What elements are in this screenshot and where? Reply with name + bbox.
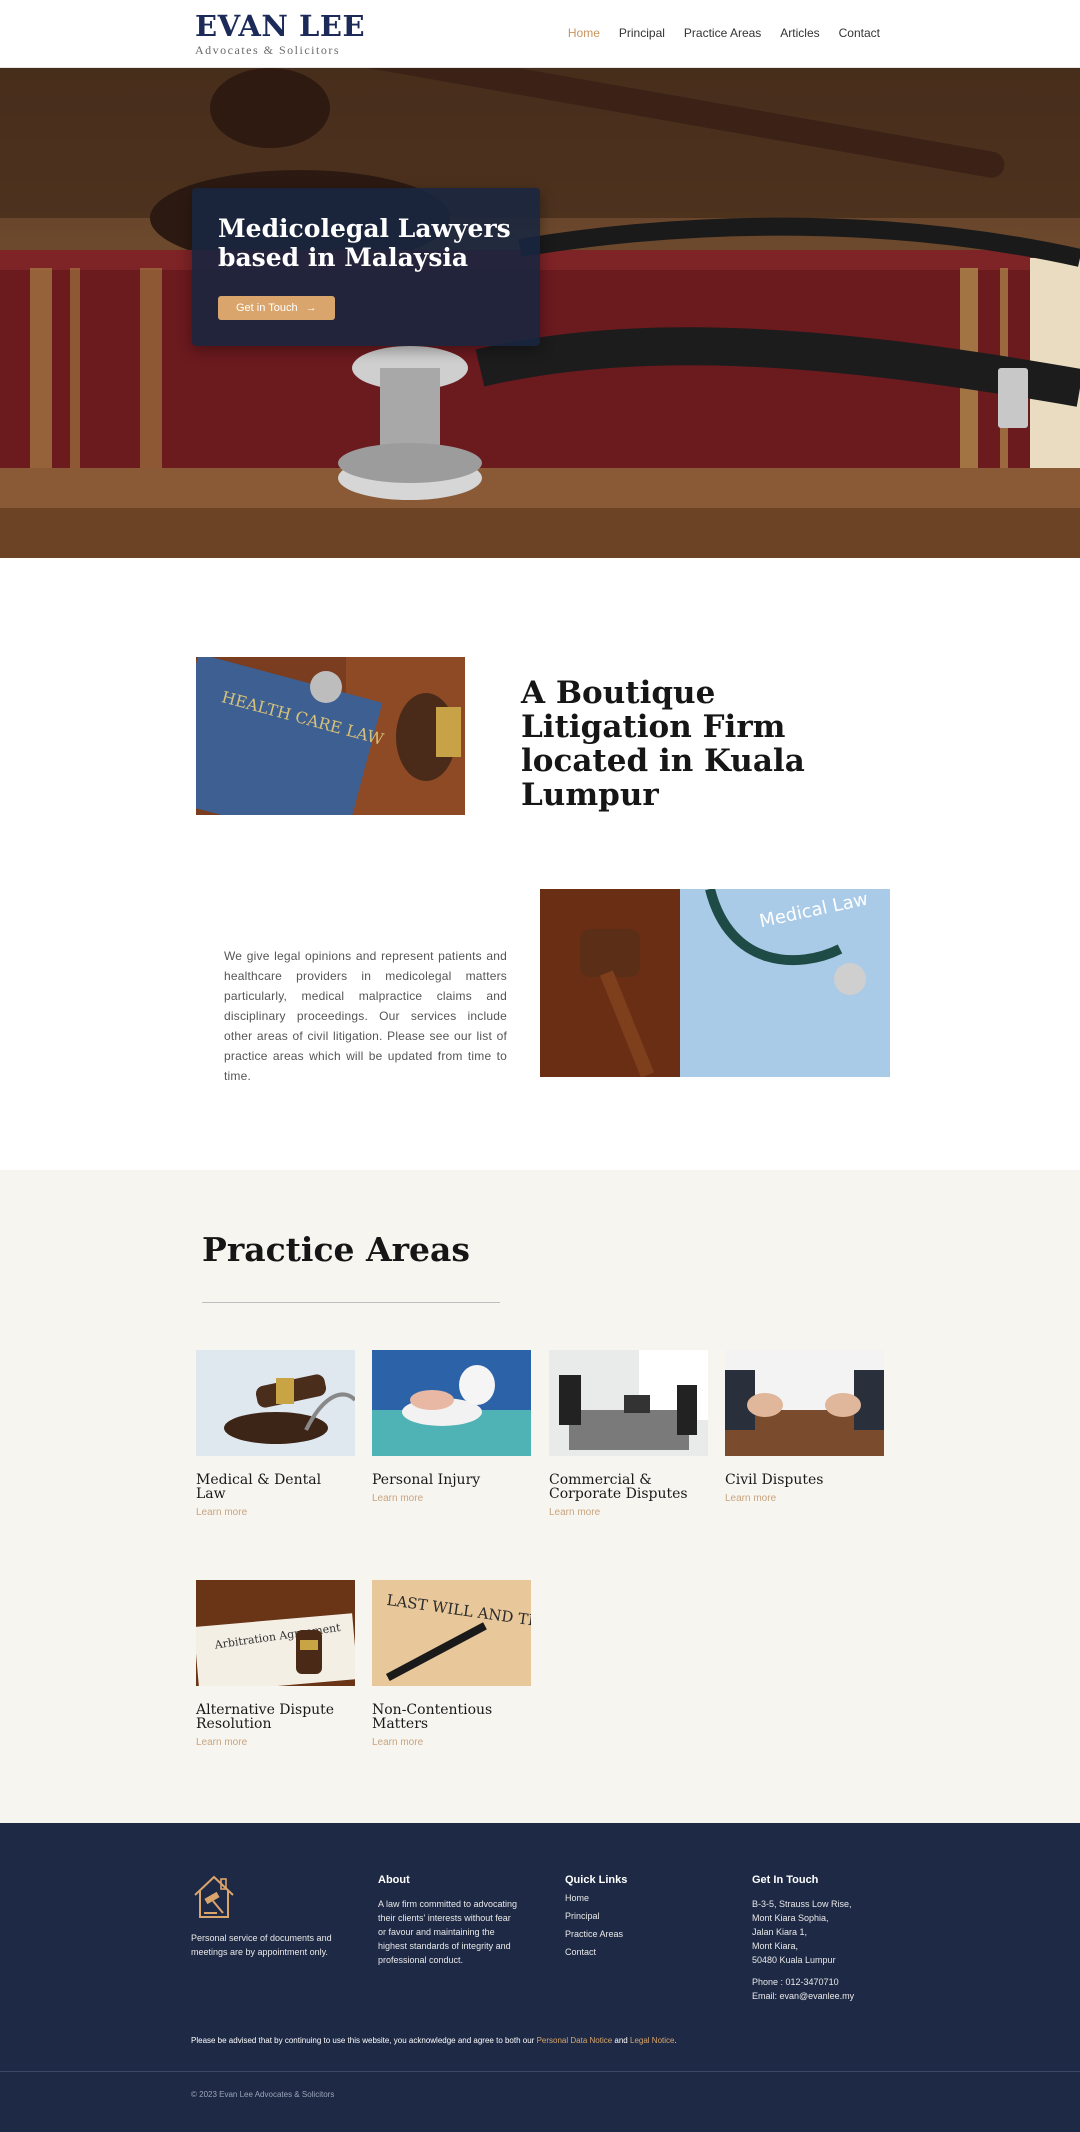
learn-more-link[interactable]: Learn more bbox=[372, 1737, 423, 1748]
practice-divider bbox=[202, 1302, 500, 1303]
footer-about-text: A law firm committed to advocating their… bbox=[378, 1899, 518, 1965]
footer-quick-links: Quick Links Home Principal Practice Area… bbox=[565, 1873, 685, 1963]
footer-email[interactable]: Email: evan@evanlee.my bbox=[752, 1989, 892, 2003]
about-section: HEALTH CARE LAW A Boutique Litigation Fi… bbox=[0, 558, 1080, 1170]
nav-home[interactable]: Home bbox=[568, 26, 600, 40]
about-text: We give legal opinions and represent pat… bbox=[224, 949, 507, 1083]
learn-more-link[interactable]: Learn more bbox=[196, 1507, 247, 1518]
nav-articles[interactable]: Articles bbox=[780, 26, 819, 40]
nav-contact[interactable]: Contact bbox=[839, 26, 880, 40]
practice-image-will: LAST WILL AND TESTAMENT bbox=[372, 1580, 531, 1686]
practice-image-commercial bbox=[549, 1350, 708, 1456]
footer-phone[interactable]: Phone : 012-3470710 bbox=[752, 1975, 892, 1989]
practice-image-medical bbox=[196, 1350, 355, 1456]
practice-areas-section: Practice Areas Medical & Dental Law Lear… bbox=[0, 1170, 1080, 1823]
footer-contact: Get In Touch B-3-5, Strauss Low Rise, Mo… bbox=[752, 1873, 892, 2003]
hero-title: Medicolegal Lawyers based in Malaysia bbox=[218, 214, 511, 272]
legal-notice-link[interactable]: Legal Notice bbox=[630, 2036, 674, 2045]
footer-about-heading: About bbox=[378, 1874, 410, 1886]
address-line: B-3-5, Strauss Low Rise, bbox=[752, 1899, 852, 1909]
practice-image-civil bbox=[725, 1350, 884, 1456]
practice-title-non-contentious: Non-Contentious Matters bbox=[372, 1702, 493, 1732]
copyright: © 2023 Evan Lee Advocates & Solicitors bbox=[191, 2090, 335, 2099]
hero-banner: Medicolegal Lawyers based in Malaysia Ge… bbox=[0, 68, 1080, 558]
practice-title-civil: Civil Disputes bbox=[725, 1472, 824, 1488]
learn-more-link[interactable]: Learn more bbox=[549, 1507, 600, 1518]
practice-card-adr[interactable]: Arbitration Agreement Alternative Disput… bbox=[196, 1580, 355, 1750]
nav-practice-areas[interactable]: Practice Areas bbox=[684, 26, 761, 40]
nav-principal[interactable]: Principal bbox=[619, 26, 665, 40]
learn-more-link[interactable]: Learn more bbox=[196, 1737, 247, 1748]
footer-intro-text: Personal service of documents and meetin… bbox=[191, 1933, 332, 1957]
footer-link-contact[interactable]: Contact bbox=[565, 1945, 685, 1959]
brand-tagline: Advocates & Solicitors bbox=[195, 43, 340, 57]
footer-link-practice-areas[interactable]: Practice Areas bbox=[565, 1927, 685, 1941]
legal-note: Please be advised that by continuing to … bbox=[191, 2036, 677, 2045]
footer-intro: Personal service of documents and meetin… bbox=[191, 1873, 341, 1959]
medical-law-image: Medical Law bbox=[540, 889, 890, 1077]
practice-card-medical[interactable]: Medical & Dental Law Learn more bbox=[196, 1350, 355, 1520]
address-line: Mont Kiara, bbox=[752, 1941, 799, 1951]
footer-contact-heading: Get In Touch bbox=[752, 1874, 819, 1886]
legal-note-suffix: . bbox=[674, 2036, 677, 2045]
arrow-right-icon: → bbox=[305, 302, 317, 314]
practice-card-non-contentious[interactable]: LAST WILL AND TESTAMENT Non-Contentious … bbox=[372, 1580, 531, 1750]
footer-link-home[interactable]: Home bbox=[565, 1891, 685, 1905]
footer-about: About A law firm committed to advocating… bbox=[378, 1873, 518, 1967]
footer-links-heading: Quick Links bbox=[565, 1874, 628, 1886]
practice-image-adr: Arbitration Agreement bbox=[196, 1580, 355, 1686]
practice-card-injury[interactable]: Personal Injury Learn more bbox=[372, 1350, 531, 1506]
address-line: Jalan Kiara 1, bbox=[752, 1927, 808, 1937]
address-line: 50480 Kuala Lumpur bbox=[752, 1955, 836, 1965]
site-header: EVAN LEE Advocates & Solicitors Home Pri… bbox=[0, 0, 1080, 68]
about-title: A Boutique Litigation Firm located in Ku… bbox=[521, 675, 805, 813]
practice-image-injury bbox=[372, 1350, 531, 1456]
house-gavel-icon bbox=[194, 1875, 234, 1918]
get-in-touch-button[interactable]: Get in Touch → bbox=[218, 296, 335, 320]
legal-note-prefix: Please be advised that by continuing to … bbox=[191, 2036, 535, 2045]
get-in-touch-label: Get in Touch bbox=[236, 302, 298, 314]
brand-name: EVAN LEE bbox=[195, 9, 366, 43]
hero-image bbox=[0, 68, 1080, 558]
footer-link-principal[interactable]: Principal bbox=[565, 1909, 685, 1923]
practice-card-civil[interactable]: Civil Disputes Learn more bbox=[725, 1350, 884, 1506]
practice-title: Practice Areas bbox=[202, 1230, 470, 1269]
hero-card: Medicolegal Lawyers based in Malaysia Ge… bbox=[192, 188, 540, 346]
practice-title-adr: Alternative Dispute Resolution bbox=[196, 1702, 335, 1732]
learn-more-link[interactable]: Learn more bbox=[725, 1493, 776, 1504]
practice-title-injury: Personal Injury bbox=[372, 1472, 481, 1488]
personal-data-notice-link[interactable]: Personal Data Notice bbox=[537, 2036, 613, 2045]
learn-more-link[interactable]: Learn more bbox=[372, 1493, 423, 1504]
brand-logo[interactable]: EVAN LEE Advocates & Solicitors bbox=[195, 10, 365, 58]
address-line: Mont Kiara Sophia, bbox=[752, 1913, 829, 1923]
legal-note-and: and bbox=[614, 2036, 628, 2045]
site-footer: Personal service of documents and meetin… bbox=[0, 1823, 1080, 2132]
health-care-law-image: HEALTH CARE LAW bbox=[196, 657, 465, 815]
practice-title-medical: Medical & Dental Law bbox=[196, 1472, 322, 1502]
practice-card-commercial[interactable]: Commercial & Corporate Disputes Learn mo… bbox=[549, 1350, 708, 1520]
footer-divider bbox=[0, 2071, 1080, 2072]
practice-title-commercial: Commercial & Corporate Disputes bbox=[549, 1472, 688, 1502]
main-nav: Home Principal Practice Areas Articles C… bbox=[568, 26, 880, 40]
